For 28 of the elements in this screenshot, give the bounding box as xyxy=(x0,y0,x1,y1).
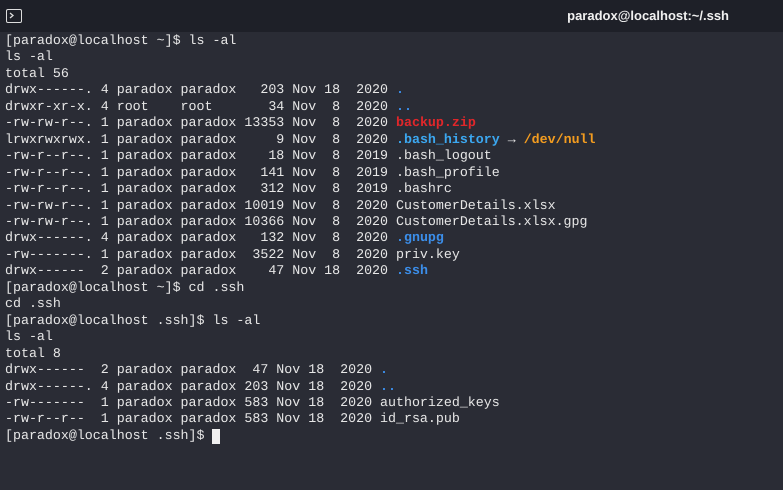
terminal-line: -rw-rw-r--. 1 paradox paradox 10366 Nov 8 2020 CustomerDetails.xlsx.gpg xyxy=(5,214,588,230)
terminal-line: -rw-r--r-- 1 paradox paradox 583 Nov 18 2020 id_rsa.pub xyxy=(5,411,460,428)
terminal-line: -rw-r--r--. 1 paradox paradox 141 Nov 8 2019 .bash_profile xyxy=(5,164,500,182)
terminal-line: ls -al xyxy=(5,49,53,66)
terminal-line: drwx------. 4 paradox paradox 203 Nov 18 2020 . xyxy=(5,82,404,99)
terminal-line: cd .ssh xyxy=(5,296,61,313)
text-cursor xyxy=(212,428,220,444)
terminal-line: [paradox@localhost ~]$ cd .ssh xyxy=(5,280,244,296)
terminal-line: -rw-rw-r--. 1 paradox paradox 13353 Nov 8 2020 backup.zip xyxy=(5,115,476,132)
terminal-prompt: [paradox@localhost .ssh]$ xyxy=(5,428,206,444)
terminal-line: ls -al xyxy=(5,329,53,346)
terminal-line: drwx------. 4 paradox paradox 203 Nov 18 2020 .. xyxy=(5,378,396,395)
terminal-line: -rw-------. 1 paradox paradox 3522 Nov 8 2020 priv.key xyxy=(5,246,460,264)
terminal-line: -rw-rw-r--. 1 paradox paradox 10019 Nov 8 2020 CustomerDetails.xlsx xyxy=(5,198,556,214)
window-title: paradox@localhost:~/.ssh xyxy=(567,7,729,26)
terminal-line: drwx------. 4 paradox paradox 132 Nov 8 2020 .gnupg xyxy=(5,230,444,247)
terminal-line: -rw------- 1 paradox paradox 583 Nov 18 2020 authorized_keys xyxy=(5,394,500,412)
terminal-line: -rw-r--r--. 1 paradox paradox 18 Nov 8 2019 .bash_logout xyxy=(5,148,492,165)
terminal-line: drwx------ 2 paradox paradox 47 Nov 18 2020 . xyxy=(5,362,388,379)
terminal-line: [paradox@localhost ~]$ ls -al xyxy=(5,33,236,50)
terminal-line: drwxr-xr-x. 4 root root 34 Nov 8 2020 .. xyxy=(5,98,412,116)
terminal-line: total 56 xyxy=(5,66,69,82)
terminal-line: -rw-r--r--. 1 paradox paradox 312 Nov 8 2019 .bashrc xyxy=(5,181,452,198)
terminal-icon xyxy=(6,9,22,23)
terminal-line: [paradox@localhost .ssh]$ ls -al xyxy=(5,312,260,330)
terminal-line: total 8 xyxy=(5,346,61,362)
terminal-line: drwx------ 2 paradox paradox 47 Nov 18 2020 .ssh xyxy=(5,263,428,280)
terminal-line: lrwxrwxrwx. 1 paradox paradox 9 Nov 8 2020 .bash_history → /dev/null xyxy=(5,132,596,148)
